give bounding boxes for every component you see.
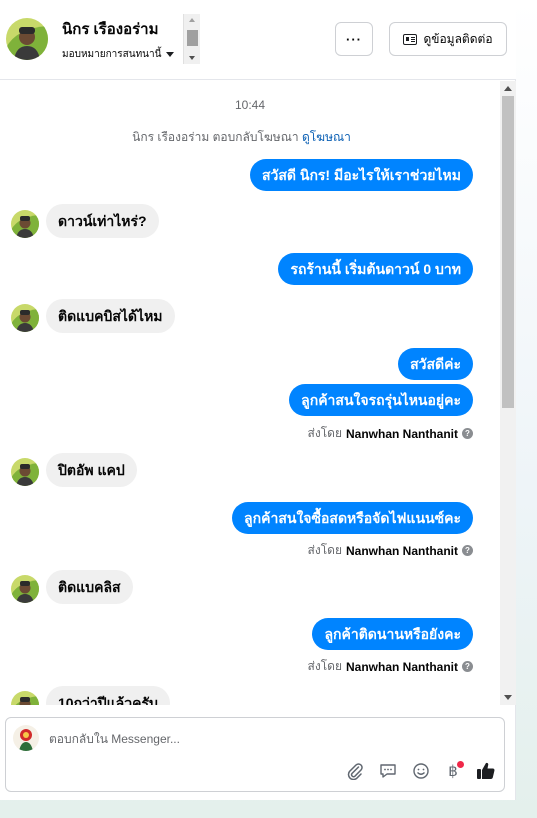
more-icon: ···: [346, 31, 362, 47]
like-icon[interactable]: [475, 760, 497, 782]
assign-label: มอบหมายการสนทนานี้: [62, 49, 162, 60]
baht-payment-icon[interactable]: ฿: [442, 760, 464, 782]
emoji-icon[interactable]: [410, 760, 432, 782]
sent-by-name: Nanwhan Nanthanit: [345, 659, 458, 674]
reply-input[interactable]: [49, 732, 469, 746]
view-contact-info-button[interactable]: ดูข้อมูลติดต่อ: [389, 22, 507, 56]
header-scroll-thumb[interactable]: [187, 30, 198, 46]
sent-by-prefix: ส่งโดย: [307, 543, 342, 557]
outgoing-message: สวัสดีค่ะ: [398, 348, 473, 380]
incoming-message: ติดแบคบิสได้ไหม: [46, 299, 175, 333]
sent-by-prefix: ส่งโดย: [307, 426, 342, 440]
thread-timestamp: 10:44: [234, 98, 266, 112]
more-options-button[interactable]: ···: [335, 22, 373, 56]
incoming-message: ปิตอัพ แคป: [46, 453, 137, 487]
contact-avatar-small: [11, 210, 39, 238]
ad-reply-notice: นิกร เรืองอร่าม ตอบกลับโฆษณา ดูโฆษณา: [0, 128, 483, 147]
ad-reply-text: นิกร เรืองอร่าม ตอบกลับโฆษณา: [132, 130, 299, 144]
contact-avatar-small: [11, 304, 39, 332]
sent-by-label: ส่งโดย Nanwhan Nanthanit ?: [308, 424, 473, 443]
header-scrollbar[interactable]: [183, 14, 200, 64]
outgoing-message: ลูกค้าสนใจซื้อสดหรือจัดไฟแนนซ์คะ: [232, 502, 473, 534]
assign-conversation-dropdown[interactable]: มอบหมายการสนทนานี้: [62, 47, 175, 62]
incoming-message: 10กว่าปีแล้วครับ: [46, 686, 170, 705]
sent-by-name: Nanwhan Nanthanit: [345, 543, 458, 558]
scroll-up-icon[interactable]: [504, 86, 512, 91]
page-avatar: [13, 725, 39, 751]
contact-avatar-small: [11, 691, 39, 705]
sent-by-label: ส่งโดย Nanwhan Nanthanit ?: [308, 541, 473, 560]
contact-avatar-small: [11, 575, 39, 603]
conversation-header: นิกร เรืองอร่าม มอบหมายการสนทนานี้ ··· ด…: [0, 0, 516, 80]
outgoing-message: รถร้านนี้ เริ่มต้นดาวน์ 0 บาท: [278, 253, 473, 285]
view-ad-link[interactable]: ดูโฆษณา: [302, 130, 351, 144]
conversation-panel: นิกร เรืองอร่าม มอบหมายการสนทนานี้ ··· ด…: [0, 0, 516, 800]
incoming-message: ดาวน์เท่าไหร่?: [46, 204, 159, 238]
sent-by-label: ส่งโดย Nanwhan Nanthanit ?: [308, 657, 473, 676]
incoming-message: ติดแบคลิส: [46, 570, 133, 604]
message-composer: ฿: [5, 717, 505, 792]
caret-down-icon: [166, 52, 175, 57]
outgoing-message: ลูกค้าติดนานหรือยังคะ: [312, 618, 473, 650]
help-icon[interactable]: ?: [462, 428, 473, 439]
view-contact-info-label: ดูข้อมูลติดต่อ: [423, 31, 493, 46]
message-scrollbar[interactable]: [500, 81, 516, 705]
contact-avatar[interactable]: [6, 18, 48, 60]
sent-by-name: Nanwhan Nanthanit: [345, 426, 458, 441]
help-icon[interactable]: ?: [462, 545, 473, 556]
message-thread[interactable]: 10:44 นิกร เรืองอร่าม ตอบกลับโฆษณา ดูโฆษ…: [0, 81, 516, 705]
outgoing-message: ลูกค้าสนใจรถรุ่นไหนอยู่คะ: [289, 384, 473, 416]
scroll-down-icon[interactable]: [189, 56, 195, 60]
message-scroll-thumb[interactable]: [502, 96, 514, 408]
contact-name: นิกร เรืองอร่าม: [62, 21, 159, 38]
notification-dot: [457, 761, 464, 768]
scroll-down-icon[interactable]: [504, 695, 512, 700]
attachment-icon[interactable]: [344, 760, 366, 782]
help-icon[interactable]: ?: [462, 661, 473, 672]
sent-by-prefix: ส่งโดย: [307, 659, 342, 673]
contact-avatar-small: [11, 458, 39, 486]
saved-reply-icon[interactable]: [377, 760, 399, 782]
outgoing-message: สวัสดี นิกร! มีอะไรให้เราช่วยไหม: [249, 159, 473, 191]
contact-card-icon: [403, 33, 418, 45]
scroll-up-icon[interactable]: [189, 18, 195, 22]
